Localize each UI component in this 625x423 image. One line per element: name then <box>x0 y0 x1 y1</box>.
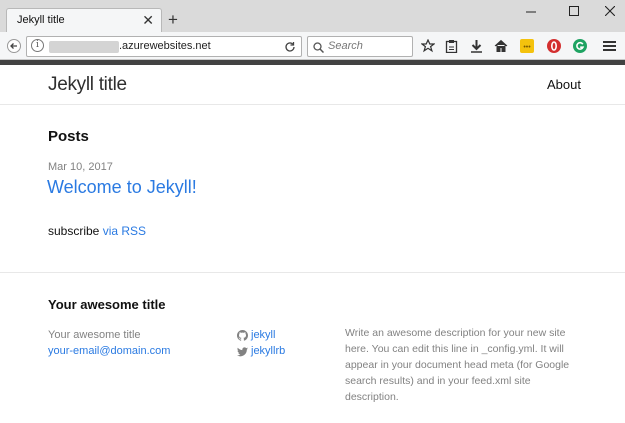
home-icon[interactable] <box>492 37 510 55</box>
browser-titlebar: Jekyll title ✕ + <box>0 0 625 33</box>
maximize-icon[interactable] <box>563 5 585 19</box>
footer-heading: Your awesome title <box>48 297 166 312</box>
search-icon <box>313 40 325 58</box>
footer-social: jekyll jekyllrb <box>237 327 285 359</box>
minimize-icon[interactable] <box>520 5 542 19</box>
browser-navbar: i .azurewebsites.net Search ••• <box>0 32 625 60</box>
tab-title: Jekyll title <box>17 14 65 26</box>
star-icon[interactable] <box>419 37 437 55</box>
github-link[interactable]: jekyll <box>237 327 285 343</box>
back-arrow-icon[interactable] <box>5 37 23 55</box>
close-window-icon[interactable] <box>599 5 621 19</box>
site-title-link[interactable]: Jekyll title <box>48 74 127 96</box>
reload-icon[interactable] <box>284 38 296 56</box>
browser-tab[interactable]: Jekyll title ✕ <box>6 8 162 33</box>
search-bar[interactable]: Search <box>307 36 413 57</box>
download-icon[interactable] <box>467 37 485 55</box>
site-footer: Your awesome title Your awesome title yo… <box>0 272 625 423</box>
nav-about-link[interactable]: About <box>547 77 581 92</box>
tab-close-icon[interactable]: ✕ <box>142 12 154 29</box>
posts-heading: Posts <box>48 128 89 145</box>
twitter-link[interactable]: jekyllrb <box>237 343 285 359</box>
extension-yellow-icon[interactable]: ••• <box>518 37 536 55</box>
twitter-icon <box>237 346 248 356</box>
footer-site-name: Your awesome title <box>48 329 141 341</box>
subscribe-text: subscribe <box>48 224 100 238</box>
url-text: .azurewebsites.net <box>119 40 211 52</box>
address-bar[interactable]: i .azurewebsites.net <box>26 36 302 57</box>
subscribe-line: subscribe via RSS <box>48 224 146 238</box>
github-icon <box>237 329 248 341</box>
post-date: Mar 10, 2017 <box>48 161 113 173</box>
footer-description: Write an awesome description for your ne… <box>345 327 570 403</box>
extension-red-icon[interactable] <box>545 37 563 55</box>
info-icon[interactable]: i <box>31 39 44 52</box>
hamburger-menu-icon[interactable] <box>600 37 618 55</box>
clipboard-icon[interactable] <box>442 37 460 55</box>
new-tab-button[interactable]: + <box>168 11 178 28</box>
rss-link[interactable]: via RSS <box>103 224 146 238</box>
url-redacted <box>49 41 119 53</box>
post-title-link[interactable]: Welcome to Jekyll! <box>47 177 197 198</box>
extension-green-icon[interactable] <box>571 37 589 55</box>
svg-text:•••: ••• <box>523 44 531 51</box>
twitter-username: jekyllrb <box>251 345 286 357</box>
search-input[interactable]: Search <box>328 40 363 52</box>
footer-email-link[interactable]: your-email@domain.com <box>48 343 170 359</box>
github-username: jekyll <box>251 329 276 341</box>
footer-contact: Your awesome title your-email@domain.com <box>48 327 170 359</box>
site-header: Jekyll title About <box>0 65 625 105</box>
